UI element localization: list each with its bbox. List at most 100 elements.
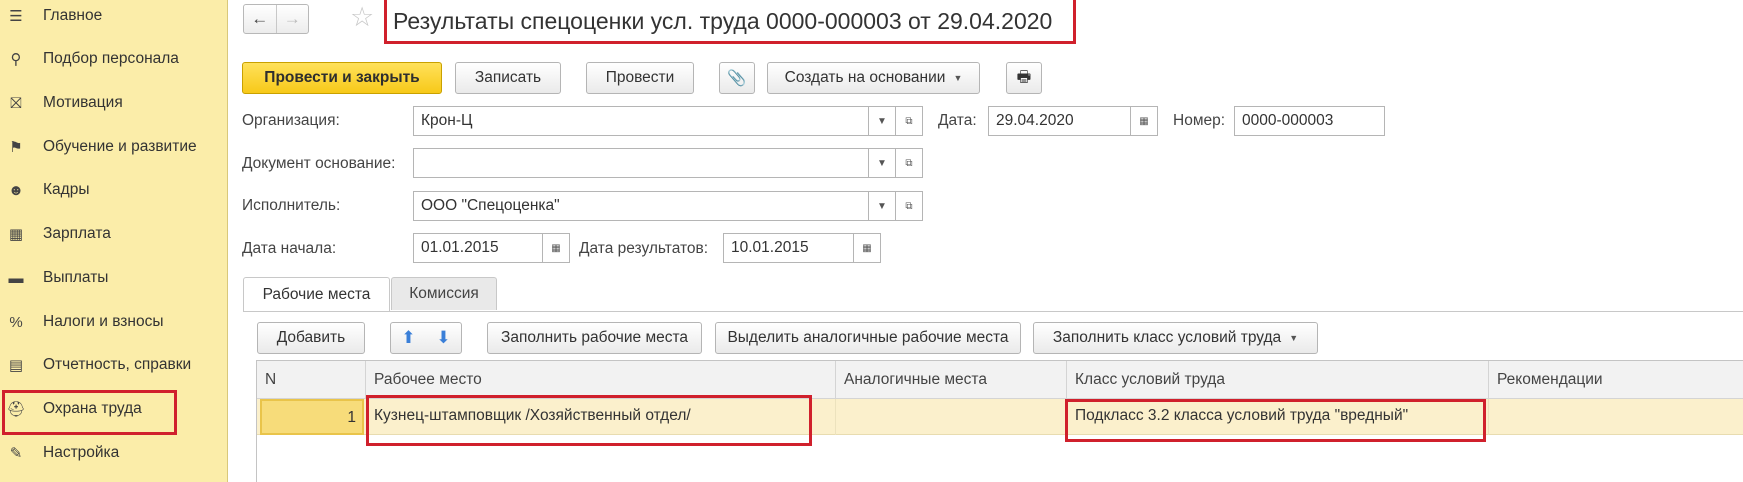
sidebar-item-motivation[interactable]: ⛝ Мотивация: [0, 83, 228, 123]
page-title: Результаты спецоценки усл. труда 0000-00…: [393, 8, 1053, 34]
cell-class[interactable]: Подкласс 3.2 класса условий труда "вредн…: [1067, 399, 1489, 435]
column-header-workplace[interactable]: Рабочее место: [366, 361, 836, 399]
column-header-recommendations[interactable]: Рекомендации: [1489, 361, 1743, 399]
gift-icon: ⛝: [10, 94, 22, 112]
basis-document-label: Документ основание:: [242, 155, 396, 172]
organization-label: Организация:: [242, 112, 340, 129]
sidebar-item-label: Выплаты: [43, 269, 109, 286]
sidebar-item-reports[interactable]: ▤ Отчетность, справки: [0, 345, 228, 385]
fill-work-class-button[interactable]: Заполнить класс условий труда ▼: [1033, 322, 1318, 354]
start-date-label: Дата начала:: [242, 240, 337, 257]
sidebar-item-settings[interactable]: ✎ Настройка: [0, 433, 228, 473]
print-button[interactable]: 🖶: [1006, 62, 1042, 94]
table-row[interactable]: 1 Кузнец-штамповщик /Хозяйственный отдел…: [257, 399, 1743, 435]
organization-dropdown-button[interactable]: ▼: [868, 106, 896, 136]
basis-dropdown-button[interactable]: ▼: [868, 148, 896, 178]
chevron-down-icon: ▼: [877, 115, 887, 127]
tab-commission[interactable]: Комиссия: [391, 277, 497, 310]
document-form: ← → ☆ Результаты спецоценки усл. труда 0…: [229, 0, 1743, 482]
save-button[interactable]: Записать: [455, 62, 561, 94]
sidebar-item-label: Зарплата: [43, 225, 111, 242]
organization-field[interactable]: Крон-Ц: [413, 106, 869, 136]
cell-n[interactable]: 1: [260, 399, 364, 435]
calendar-icon: ▦: [551, 242, 561, 254]
sidebar-item-label: Отчетность, справки: [43, 356, 192, 373]
basis-document-field[interactable]: [413, 148, 869, 178]
results-date-field[interactable]: 10.01.2015: [723, 233, 854, 263]
sidebar-item-label: Кадры: [43, 181, 90, 198]
sidebar-item-label: Подбор персонала: [43, 50, 179, 67]
sidebar-item-training[interactable]: ⚑ Обучение и развитие: [0, 127, 228, 167]
number-label: Номер:: [1173, 112, 1226, 129]
date-field[interactable]: 29.04.2020: [988, 106, 1131, 136]
graduation-cap-icon: ⚑: [9, 139, 23, 156]
helmet-icon: ⛑: [6, 401, 26, 418]
cell-similar[interactable]: [836, 399, 1067, 435]
column-header-similar[interactable]: Аналогичные места: [836, 361, 1067, 399]
sidebar-item-label: Настройка: [43, 444, 120, 461]
back-button[interactable]: ←: [244, 5, 276, 33]
cell-workplace[interactable]: Кузнец-штамповщик /Хозяйственный отдел/: [366, 399, 836, 435]
wallet-icon: ▬: [8, 269, 24, 287]
chevron-down-icon: ▼: [1289, 333, 1299, 343]
sidebar-item-label: Главное: [43, 7, 103, 24]
recruitment-icon: ⚲: [10, 51, 22, 68]
basis-open-button[interactable]: ⧉: [895, 148, 923, 178]
wrench-icon: ✎: [9, 445, 23, 462]
date-calendar-button[interactable]: ▦: [1130, 106, 1158, 136]
sidebar-item-taxes[interactable]: % Налоги и взносы: [0, 302, 228, 342]
paperclip-icon: 📎: [727, 69, 747, 87]
open-icon: ⧉: [905, 157, 913, 169]
create-based-on-label: Создать на основании: [784, 69, 946, 86]
create-based-on-button[interactable]: Создать на основании ▼: [767, 62, 980, 94]
arrow-down-icon[interactable]: ⬇: [436, 328, 450, 348]
date-label: Дата:: [938, 112, 977, 129]
sidebar-item-main[interactable]: ☰ Главное: [0, 0, 228, 36]
start-date-field[interactable]: 01.01.2015: [413, 233, 543, 263]
organization-open-button[interactable]: ⧉: [895, 106, 923, 136]
executor-dropdown-button[interactable]: ▼: [868, 191, 896, 221]
arrow-up-icon[interactable]: ⬆: [401, 328, 415, 348]
executor-field[interactable]: ООО "Спецоценка": [413, 191, 869, 221]
post-and-close-button[interactable]: Провести и закрыть: [242, 62, 442, 94]
results-date-calendar-button[interactable]: ▦: [853, 233, 881, 263]
sidebar-item-label: Обучение и развитие: [43, 138, 197, 155]
add-button[interactable]: Добавить: [257, 322, 365, 354]
cell-recommendations[interactable]: [1489, 399, 1743, 435]
menu-icon: ☰: [9, 8, 23, 25]
forward-button[interactable]: →: [275, 5, 309, 33]
executor-label: Исполнитель:: [242, 197, 341, 214]
open-icon: ⧉: [905, 200, 913, 212]
sidebar-item-label: Налоги и взносы: [43, 313, 164, 330]
percent-icon: %: [9, 313, 23, 331]
sidebar-item-label: Мотивация: [43, 94, 123, 111]
calculator-icon: ▦: [8, 226, 24, 243]
sidebar-item-label: Охрана труда: [43, 400, 142, 417]
start-date-calendar-button[interactable]: ▦: [542, 233, 570, 263]
select-similar-workplaces-button[interactable]: Выделить аналогичные рабочие места: [715, 322, 1021, 354]
workplaces-table: N Рабочее место Аналогичные места Класс …: [256, 360, 1743, 482]
sidebar: ☰ Главное ⚲ Подбор персонала ⛝ Мотивация…: [0, 0, 228, 482]
open-icon: ⧉: [905, 115, 913, 127]
reports-icon: ▤: [8, 357, 24, 374]
sidebar-item-payments[interactable]: ▬ Выплаты: [0, 258, 228, 298]
move-buttons-group: ⬆ ⬇: [390, 322, 462, 354]
number-field[interactable]: 0000-000003: [1234, 106, 1385, 136]
favorite-star-icon[interactable]: ☆: [350, 2, 374, 33]
column-header-n[interactable]: N: [257, 361, 366, 399]
column-header-class[interactable]: Класс условий труда: [1067, 361, 1489, 399]
sidebar-item-recruitment[interactable]: ⚲ Подбор персонала: [0, 39, 228, 79]
sidebar-item-salary[interactable]: ▦ Зарплата: [0, 214, 228, 254]
attach-button[interactable]: 📎: [719, 62, 755, 94]
sidebar-item-labor-safety[interactable]: ⛑ Охрана труда: [0, 389, 228, 429]
tab-workplaces[interactable]: Рабочие места: [243, 277, 390, 311]
executor-open-button[interactable]: ⧉: [895, 191, 923, 221]
sidebar-item-personnel[interactable]: ☻ Кадры: [0, 170, 228, 210]
results-date-label: Дата результатов:: [579, 240, 709, 257]
chevron-down-icon: ▼: [953, 73, 963, 83]
chevron-down-icon: ▼: [877, 200, 887, 212]
calendar-icon: ▦: [1139, 115, 1149, 127]
fill-workplaces-button[interactable]: Заполнить рабочие места: [487, 322, 702, 354]
printer-icon: 🖶: [1016, 68, 1032, 86]
post-button[interactable]: Провести: [586, 62, 694, 94]
